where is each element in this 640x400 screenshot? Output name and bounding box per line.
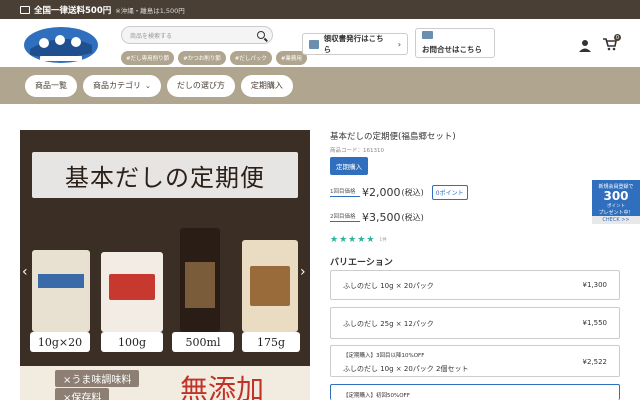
product-code: 商品コード：161310 — [330, 148, 384, 154]
user-icon[interactable] — [579, 39, 593, 53]
product-package-4 — [242, 240, 298, 332]
category-badge[interactable]: 定期購入 — [330, 157, 368, 175]
product-name: 基本だしの定期便(福島郷セット) — [330, 132, 456, 142]
signup-points-badge[interactable]: 新規会員登録で 300 ポイント プレゼント中！ CHECK >> — [592, 180, 640, 224]
contact-label: お問合せはこちら — [422, 45, 482, 54]
badge-cta: CHECK >> — [592, 216, 640, 224]
tag-item[interactable]: #だし専用削り節 — [121, 51, 175, 65]
variation-price: ¥2,522 — [582, 358, 608, 366]
tag-item[interactable]: #だしパック — [229, 51, 272, 65]
contact-button[interactable]: お問合せはこちら — [415, 28, 495, 58]
truck-icon — [20, 5, 30, 14]
variation-tag: 【定期購入】初回50%OFF — [343, 393, 410, 399]
variation-name: ふしのだし 25g × 12パック — [343, 320, 434, 328]
cart-count-badge: 0 — [614, 34, 621, 41]
no-preservative-tag: ×保存料 — [55, 388, 110, 400]
price-tax: (税込) — [401, 187, 424, 197]
no-msg-tag: ×うま味調味料 — [55, 370, 140, 387]
variation-tag: 【定期購入】3回目以降10%OFF — [343, 353, 425, 359]
variation-price: ¥1,300 — [582, 281, 608, 289]
hero-bottom-banner: ×うま味調味料 ×保存料 無添加 — [20, 366, 310, 400]
variation-name: ふしのだし 10g × 20パック 2個セット — [343, 365, 469, 373]
price-label: 1回目価格 — [330, 187, 360, 197]
nav-subscription[interactable]: 定期購入 — [240, 74, 293, 97]
variation-price: ¥1,550 — [582, 319, 608, 327]
price-label: 2回目価格 — [330, 212, 360, 222]
variation-name: ふしのだし 10g × 20パック — [343, 282, 434, 290]
shipping-banner: 全国一律送料500円 ※沖縄・離島は1,500円 — [0, 0, 640, 19]
hero-title: 基本だしの定期便 — [32, 152, 298, 198]
chevron-left-icon[interactable]: ‹ — [22, 264, 28, 280]
variation-option[interactable]: ふしのだし 10g × 20パック ¥1,300 — [330, 270, 620, 300]
price-row: 1回目価格 ¥2,000 (税込) 0ポイント — [330, 184, 622, 200]
star-icon: ★ — [348, 235, 357, 245]
product-bottle — [180, 228, 220, 332]
shipping-note: ※沖縄・離島は1,500円 — [115, 6, 185, 15]
chevron-right-icon[interactable]: › — [300, 264, 306, 280]
product-info: 基本だしの定期便(福島郷セット) 商品コード：161310 定期購入 1回目価格… — [330, 130, 622, 268]
variation-option[interactable]: 【定期購入】初回50%OFF — [330, 384, 620, 400]
tag-item[interactable]: #かつお削り節 — [178, 51, 226, 65]
document-icon — [309, 39, 319, 49]
qty-label: 10g×20 — [30, 332, 90, 352]
star-icon: ★ — [366, 235, 375, 245]
star-icon: ★ — [357, 235, 366, 245]
nav-categories-label: 商品カテゴリ — [93, 81, 141, 90]
nav-categories[interactable]: 商品カテゴリ ⌄ — [83, 74, 161, 97]
search-placeholder: 商品を検索する — [130, 32, 173, 40]
price-value: ¥3,500 — [362, 210, 401, 224]
qty-label: 100g — [101, 332, 163, 352]
star-icon: ★ — [330, 235, 339, 245]
search-icon[interactable] — [257, 31, 265, 39]
nav-products[interactable]: 商品一覧 — [25, 74, 77, 97]
star-icon: ★ — [339, 235, 348, 245]
shipping-text: 全国一律送料500円 — [34, 5, 112, 16]
review-count: 1件 — [379, 238, 387, 243]
nav-guide[interactable]: だしの選び方 — [166, 74, 235, 97]
product-image: 基本だしの定期便 10g×20 100g 500ml 175g ×うま味調味料 … — [20, 130, 310, 400]
price-tax: (税込) — [401, 212, 424, 222]
receipt-button[interactable]: 領収書発行はこちら › — [302, 33, 408, 55]
qty-label: 175g — [242, 332, 300, 352]
variation-option[interactable]: ふしのだし 25g × 12パック ¥1,550 — [330, 307, 620, 339]
tag-list: #だし専用削り節 #かつお削り節 #だしパック #業務用 — [121, 51, 307, 65]
variation-option[interactable]: 【定期購入】3回目以降10%OFF ふしのだし 10g × 20パック 2個セッ… — [330, 345, 620, 377]
price-row: 2回目価格 ¥3,500 (税込) — [330, 209, 622, 225]
search-input[interactable]: 商品を検索する — [121, 26, 273, 44]
chevron-down-icon: ⌄ — [145, 81, 151, 90]
mail-icon — [422, 31, 433, 39]
receipt-label: 領収書発行はこちら — [323, 34, 384, 54]
header: 商品を検索する #だし専用削り節 #かつお削り節 #だしパック #業務用 領収書… — [0, 19, 640, 67]
additive-free-text: 無添加 — [180, 373, 265, 400]
site-logo[interactable] — [22, 23, 100, 65]
qty-label: 500ml — [172, 332, 234, 352]
variation-title: バリエーション — [330, 258, 393, 268]
main-nav: 商品一覧 商品カテゴリ ⌄ だしの選び方 定期購入 — [0, 67, 640, 104]
rating-stars[interactable]: ★ ★ ★ ★ ★ 1件 — [330, 235, 622, 245]
price-value: ¥2,000 — [362, 185, 401, 199]
chevron-right-icon: › — [397, 39, 401, 49]
product-package-1 — [32, 250, 90, 332]
points-badge: 0ポイント — [431, 184, 468, 200]
badge-line2: プレゼント中！ — [598, 210, 634, 216]
product-package-2 — [101, 252, 163, 332]
badge-number: 300 — [603, 189, 629, 203]
